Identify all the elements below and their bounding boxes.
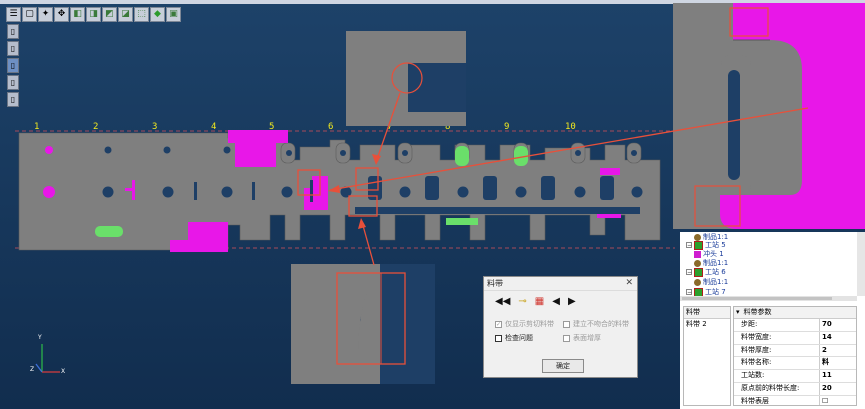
part-icon — [694, 278, 701, 286]
axis-y-label: Y — [38, 334, 42, 341]
property-row: 步距: 70 — [734, 319, 856, 332]
feature-tree: 制品1:1− 工站 5 冲头 1 制品1:1− 工站 6 制品1:1− 工站 7 — [680, 232, 857, 296]
dialog-title: 料带 — [487, 279, 503, 288]
collapse-icon[interactable]: − — [686, 269, 692, 276]
property-row: 工站数: 11 — [734, 370, 856, 383]
next-station-button[interactable]: ▶ — [568, 296, 576, 307]
tree-item-station[interactable]: − 工站 6 — [686, 267, 726, 277]
strip-list: 料带 料带 2 — [683, 306, 731, 406]
tree-item-label: 制品1:1 — [703, 278, 729, 286]
station-icon — [694, 287, 703, 296]
tree-item-part[interactable]: 制品1:1 — [694, 277, 728, 287]
strip-dialog: 料带 ✕ ◀◀ ⊸ ▦ ◀ ▶ ✓ 仅显示剪切料带 建立不吻合的料带 检查问题 表… — [483, 276, 638, 378]
property-name: 料带宽度: — [734, 331, 820, 344]
property-name: 工站数: — [734, 370, 820, 382]
tree-item-label: 工站 7 — [705, 288, 726, 296]
property-name: 料带名称: — [734, 357, 820, 370]
axis-z-label: Z — [30, 366, 35, 373]
property-value[interactable]: 20 — [820, 383, 856, 395]
property-name: 原点前的料带长度: — [734, 382, 820, 395]
collapse-icon[interactable]: − — [686, 242, 692, 249]
property-value[interactable]: 料 — [820, 357, 856, 369]
part-icon — [694, 259, 701, 267]
close-icon[interactable]: ✕ — [625, 277, 633, 290]
property-name: 步距: — [734, 319, 820, 331]
strip-list-header: 料带 — [684, 307, 730, 319]
detail-inset-right — [673, 3, 865, 229]
tree-horizontal-scrollbar[interactable] — [680, 296, 857, 301]
property-value[interactable]: 14 — [820, 332, 856, 344]
property-header-icon: ▾ — [736, 308, 740, 316]
property-row: 料带厚度: 2 — [734, 344, 856, 358]
only-show-cut-strip-checkbox[interactable]: ✓ 仅显示剪切料带 — [495, 319, 554, 329]
strip-parameters-header: 料带参数 — [743, 308, 772, 316]
tree-item-label: 工站 6 — [705, 268, 726, 276]
property-value[interactable]: 2 — [820, 345, 856, 357]
detail-inset-top — [346, 31, 466, 126]
strip-edit-icon[interactable]: ▦ — [535, 296, 544, 307]
surface-thicken-checkbox[interactable]: 表面增厚 — [563, 333, 601, 343]
create-mismatch-strip-checkbox[interactable]: 建立不吻合的料带 — [563, 319, 629, 329]
property-row: 料带表层 ☐ — [734, 395, 856, 405]
property-row: 原点前的料带长度: 20 — [734, 382, 856, 396]
strip-list-item[interactable]: 料带 2 — [684, 319, 730, 330]
ok-button[interactable]: 确定 — [542, 359, 584, 373]
tree-vertical-scrollbar[interactable] — [857, 232, 865, 296]
property-row: 料带宽度: 14 — [734, 331, 856, 345]
detail-inset-bottom — [291, 264, 435, 384]
property-value[interactable]: 70 — [820, 319, 856, 331]
axis-x-label: X — [61, 368, 66, 375]
property-name: 料带表层 — [734, 395, 820, 405]
punch-icon — [694, 250, 701, 258]
station-icon — [694, 267, 703, 277]
property-value[interactable]: 11 — [820, 370, 856, 382]
first-station-button[interactable]: ◀◀ — [495, 296, 510, 307]
collapse-icon[interactable]: − — [686, 289, 692, 296]
prev-station-button[interactable]: ◀ — [552, 296, 560, 307]
check-problem-checkbox[interactable]: 检查问题 — [495, 333, 533, 343]
tree-item-station[interactable]: − 工站 7 — [686, 287, 726, 296]
property-row: 料带名称: 料 — [734, 357, 856, 371]
axis-triad — [35, 344, 60, 373]
strip-tool-icon[interactable]: ⊸ — [518, 296, 526, 307]
strip-parameters-grid: ▾ 料带参数 步距: 70 料带宽度: 14 料带厚度: 2 料带名称: 料工站数: 11 原点前的… — [733, 306, 857, 406]
station-navigation: ◀◀ ⊸ ▦ ◀ ▶ — [495, 296, 576, 307]
property-value[interactable]: ☐ — [820, 396, 856, 405]
property-name: 料带厚度: — [734, 344, 820, 357]
